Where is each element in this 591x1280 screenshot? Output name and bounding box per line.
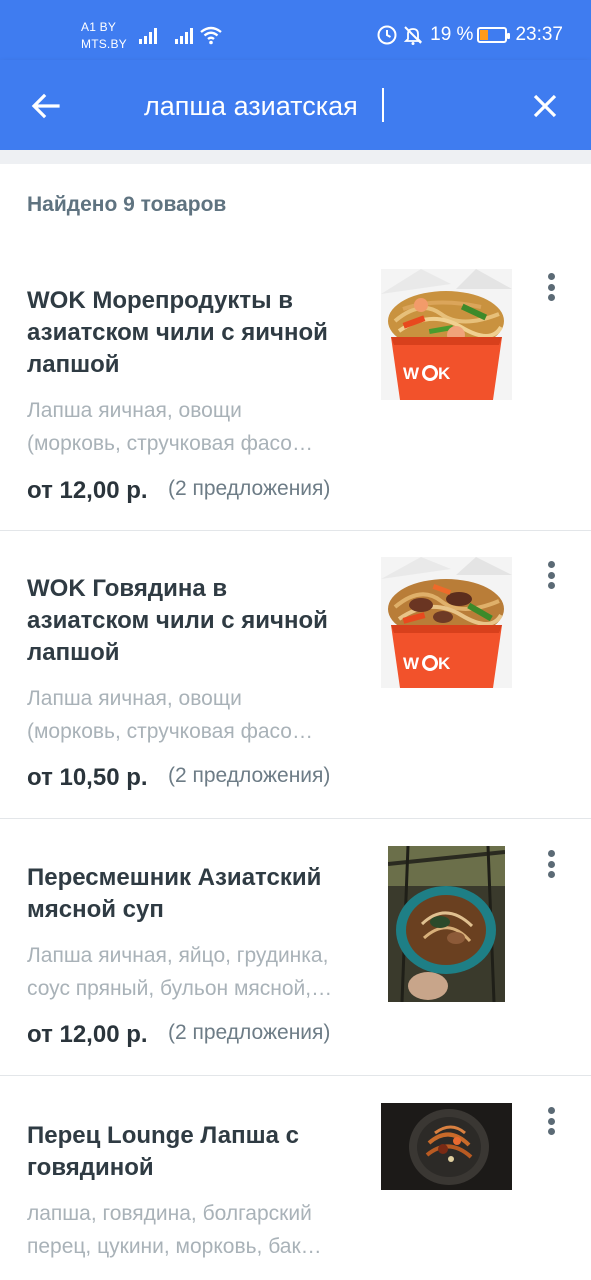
- more-vert-icon[interactable]: [540, 1104, 562, 1138]
- svg-text:W: W: [403, 364, 420, 383]
- divider: [0, 150, 591, 164]
- svg-text:W: W: [403, 654, 420, 673]
- search-input[interactable]: [144, 84, 484, 128]
- status-bar: A1 BY MTS.BY 19 % 23:37: [0, 0, 591, 60]
- text-cursor: [382, 88, 384, 122]
- wifi-icon: [200, 26, 222, 45]
- product-image: [388, 846, 505, 1002]
- product-description: Лапша яичная, овощи (морковь, стручковая…: [27, 687, 313, 743]
- search-app-bar: [0, 60, 591, 150]
- product-offers[interactable]: (2 предложения): [168, 477, 330, 501]
- close-icon[interactable]: [527, 88, 563, 124]
- signal-icon: [175, 28, 193, 44]
- product-title: WOK Говядина в азиатском чили с яичной л…: [27, 575, 328, 666]
- carrier-line-1: A1 BY: [81, 20, 117, 34]
- product-title: Пересмешник Азиатский мясной суп: [27, 864, 322, 923]
- svg-text:K: K: [438, 364, 451, 383]
- carrier-line-2: MTS.BY: [81, 37, 127, 51]
- product-image: W K: [381, 557, 512, 688]
- results-count: Найдено 9 товаров: [27, 193, 227, 216]
- product-offers[interactable]: (2 предложения): [168, 1021, 330, 1045]
- status-right-group: 19 % 23:37: [376, 24, 563, 46]
- product-image: [381, 1103, 512, 1190]
- carrier-label: A1 BY MTS.BY: [81, 19, 127, 53]
- product-description: Лапша яичная, яйцо, грудинка, соус пряны…: [27, 944, 333, 1000]
- product-description: лапша, говядина, болгарский перец, цукин…: [27, 1202, 322, 1258]
- more-vert-icon[interactable]: [540, 847, 562, 881]
- signal-icon: [139, 28, 157, 44]
- product-card[interactable]: Перец Lounge Лапша с говядиной лапша, го…: [0, 1076, 591, 1280]
- more-vert-icon[interactable]: [540, 270, 562, 304]
- svg-text:K: K: [438, 654, 451, 673]
- clock: 23:37: [515, 24, 563, 45]
- product-price: от 12,00 р.: [27, 1021, 148, 1048]
- product-card[interactable]: Пересмешник Азиатский мясной суп Лапша я…: [0, 819, 591, 1076]
- product-card[interactable]: WOK Морепродукты в азиатском чили с яичн…: [0, 240, 591, 531]
- product-image: W K: [381, 269, 512, 400]
- arrow-left-icon[interactable]: [28, 88, 64, 124]
- product-price: от 12,00 р.: [27, 477, 148, 504]
- battery-percent: 19 %: [430, 24, 474, 45]
- product-description: Лапша яичная, овощи (морковь, стручковая…: [27, 399, 313, 455]
- product-title: WOK Морепродукты в азиатском чили с яичн…: [27, 287, 328, 378]
- product-price: от 10,50 р.: [27, 764, 148, 791]
- mute-icon: [403, 26, 423, 45]
- product-card[interactable]: WOK Говядина в азиатском чили с яичной л…: [0, 531, 591, 819]
- data-saver-icon: [377, 25, 397, 45]
- more-vert-icon[interactable]: [540, 558, 562, 592]
- product-offers[interactable]: (2 предложения): [168, 764, 330, 788]
- battery-icon: [477, 27, 511, 43]
- product-title: Перец Lounge Лапша с говядиной: [27, 1122, 299, 1181]
